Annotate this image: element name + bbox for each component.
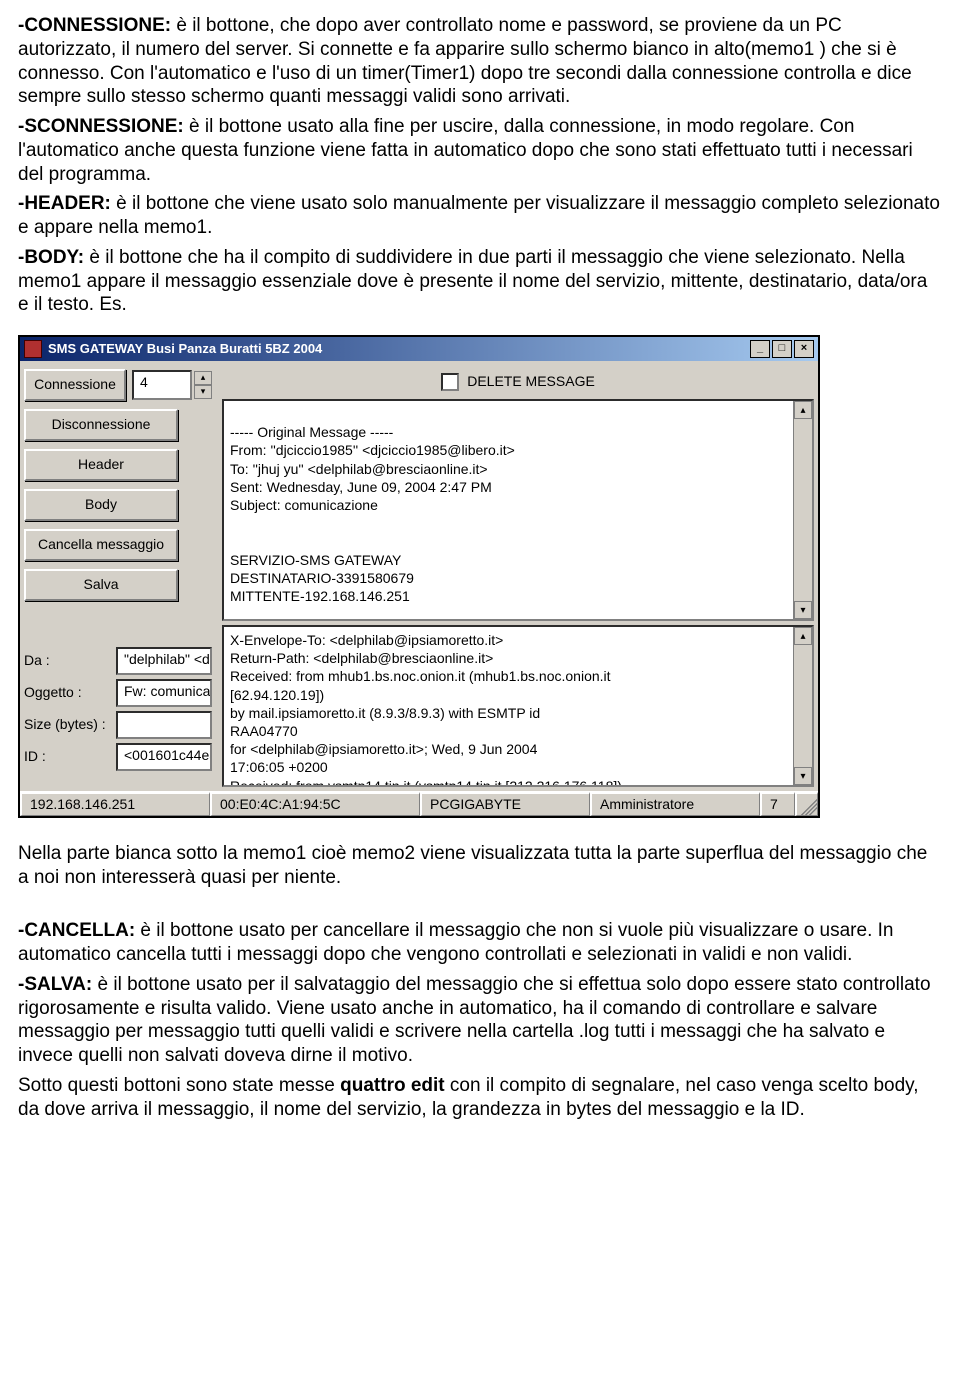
bold-sconnessione: -SCONNESSIONE: [18,116,184,137]
memo2-scrollbar[interactable]: ▴ ▾ [793,627,812,785]
minimize-button[interactable]: _ [750,340,770,358]
input-da[interactable]: "delphilab" <delphilab@ [116,647,212,675]
bold-salva: -SALVA: [18,974,92,995]
status-num: 7 [760,792,795,816]
text-header: è il bottone che viene usato solo manual… [18,193,940,238]
para-salva: -SALVA: è il bottone usato per il salvat… [18,973,942,1068]
para-sconnessione: -SCONNESSIONE: è il bottone usato alla f… [18,115,942,186]
text-cancella: è il bottone usato per cancellare il mes… [18,920,893,965]
input-id[interactable]: <001601c44e3b$f1dda [116,743,212,771]
text-body: è il bottone che ha il compito di suddiv… [18,247,927,316]
para-cancella: -CANCELLA: è il bottone usato per cancel… [18,919,942,967]
para-memo2-desc: Nella parte bianca sotto la memo1 cioè m… [18,842,942,890]
app-icon [24,340,42,358]
close-button[interactable]: × [794,340,814,358]
label-size: Size (bytes) : [24,716,108,734]
memo1-content: ----- Original Message -----From: ''djci… [230,405,790,605]
bold-quattro-edit: quattro edit [340,1075,445,1096]
cancella-button[interactable]: Cancella messaggio [24,529,178,561]
bold-body: -BODY: [18,247,84,268]
body-button[interactable]: Body [24,489,178,521]
label-oggetto: Oggetto : [24,684,108,702]
status-mac: 00:E0:4C:A1:94:5C [210,792,420,816]
bold-header: -HEADER: [18,193,111,214]
para-body: -BODY: è il bottone che ha il compito di… [18,246,942,317]
spin-up-icon[interactable]: ▴ [194,371,212,385]
header-button[interactable]: Header [24,449,178,481]
spinner-input[interactable]: 4 [132,370,192,400]
label-da: Da : [24,652,108,670]
input-oggetto[interactable]: Fw: comunicazione [116,679,212,707]
disconnessione-button[interactable]: Disconnessione [24,409,178,441]
titlebar: SMS GATEWAY Busi Panza Buratti 5BZ 2004 … [20,337,818,361]
status-host: PCGIGABYTE [420,792,590,816]
text-edit-a: Sotto questi bottoni sono state messe [18,1075,340,1096]
memo1[interactable]: ----- Original Message -----From: ''djci… [222,399,814,621]
status-user: Amministratore [590,792,760,816]
maximize-button[interactable]: □ [772,340,792,358]
scroll-up-icon[interactable]: ▴ [794,401,812,419]
resize-grip-icon[interactable] [795,792,818,816]
scroll-down-icon[interactable]: ▾ [794,601,812,619]
right-panel: DELETE MESSAGE ----- Original Message --… [222,369,814,787]
para-quattro-edit: Sotto questi bottoni sono state messe qu… [18,1074,942,1122]
window-title: SMS GATEWAY Busi Panza Buratti 5BZ 2004 [48,341,322,357]
para-connessione: -CONNESSIONE: è il bottone, che dopo ave… [18,14,942,109]
status-ip: 192.168.146.251 [20,792,210,816]
left-panel: Connessione 4 ▴ ▾ Disconnessione Header … [24,369,212,787]
app-window: SMS GATEWAY Busi Panza Buratti 5BZ 2004 … [18,335,820,818]
statusbar: 192.168.146.251 00:E0:4C:A1:94:5C PCGIGA… [20,791,818,816]
scroll-down-icon[interactable]: ▾ [794,767,812,785]
scroll-up-icon[interactable]: ▴ [794,627,812,645]
label-id: ID : [24,748,108,766]
connessione-button[interactable]: Connessione [24,369,126,401]
memo2[interactable]: X-Envelope-To: <delphilab@ipsiamoretto.i… [222,625,814,787]
input-size[interactable] [116,711,212,739]
text-salva: è il bottone usato per il salvataggio de… [18,974,931,1066]
memo2-content: X-Envelope-To: <delphilab@ipsiamoretto.i… [230,631,790,787]
spin-down-icon[interactable]: ▾ [194,385,212,399]
para-header: -HEADER: è il bottone che viene usato so… [18,192,942,240]
delete-checkbox[interactable] [441,373,459,391]
salva-button[interactable]: Salva [24,569,178,601]
bold-connessione: -CONNESSIONE: [18,15,171,36]
memo1-scrollbar[interactable]: ▴ ▾ [793,401,812,619]
bold-cancella: -CANCELLA: [18,920,135,941]
delete-label: DELETE MESSAGE [467,373,595,391]
